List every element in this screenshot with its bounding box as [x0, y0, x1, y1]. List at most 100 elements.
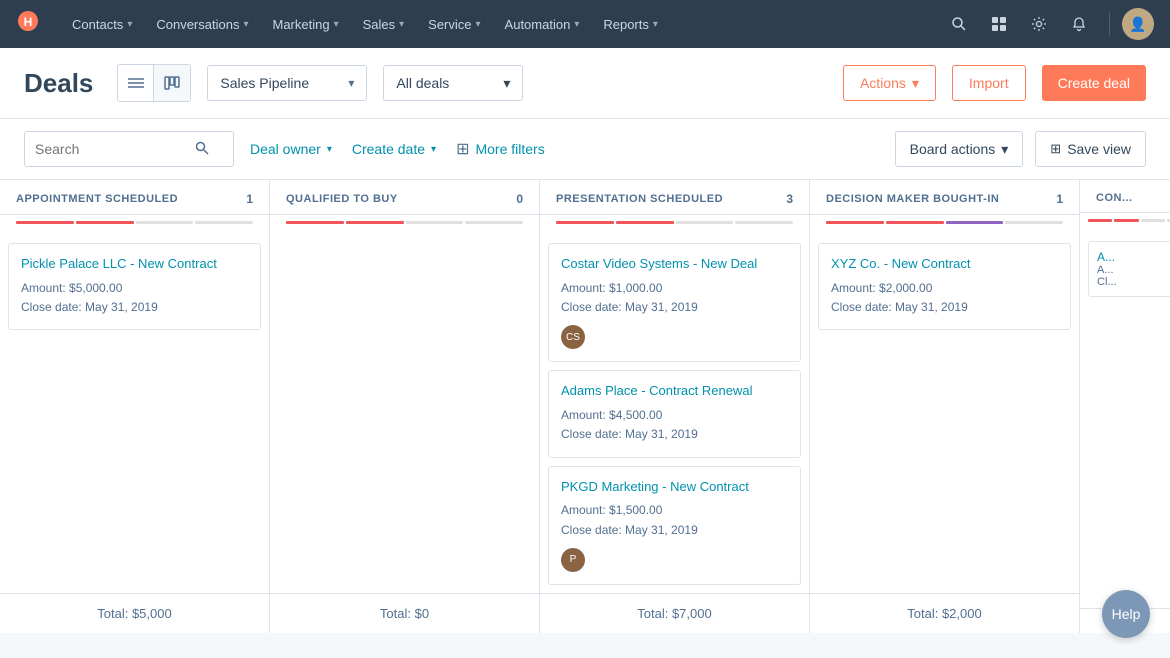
kanban-col-partial: CON... A... A... Cl... [1080, 180, 1170, 633]
view-toggle [117, 64, 191, 102]
deals-filter-selector[interactable]: All deals ▾ [383, 65, 523, 101]
col-total: Total: $7,000 [540, 593, 809, 633]
actions-button[interactable]: Actions ▾ [843, 65, 936, 101]
col-progress-bars [0, 215, 269, 235]
deal-owner-filter[interactable]: Deal owner ▾ [246, 131, 336, 167]
hubspot-logo[interactable]: H [16, 9, 40, 39]
deal-amount: Amount: $4,500.00 [561, 406, 788, 425]
deal-avatar: P [561, 548, 585, 572]
pipeline-chevron-icon: ▾ [348, 76, 354, 90]
more-filters-btn[interactable]: ⊞ More filters [452, 131, 549, 167]
deal-avatar-row: CS [561, 325, 788, 349]
import-button[interactable]: Import [952, 65, 1026, 101]
deal-card[interactable]: XYZ Co. - New Contract Amount: $2,000.00… [818, 243, 1071, 330]
deals-filter-chevron-icon: ▾ [503, 75, 510, 92]
pipeline-selector[interactable]: Sales Pipeline ▾ [207, 65, 367, 101]
progress-bar-1 [616, 221, 674, 224]
col-title: APPOINTMENT SCHEDULED [16, 193, 238, 205]
col-title: PRESENTATION SCHEDULED [556, 193, 778, 205]
column-header: PRESENTATION SCHEDULED 3 [540, 180, 809, 215]
board-view-btn[interactable] [154, 65, 190, 101]
col-progress-bars [540, 215, 809, 235]
create-deal-button[interactable]: Create deal [1042, 65, 1146, 101]
progress-bar-1 [886, 221, 944, 224]
deal-close-date: Close date: May 31, 2019 [831, 298, 1058, 317]
deal-close-date: Close date: May 31, 2019 [561, 425, 788, 444]
nav-sales[interactable]: Sales ▾ [351, 0, 417, 48]
col-progress-bars [810, 215, 1079, 235]
notifications-icon-btn[interactable] [1061, 6, 1097, 42]
col-cards: XYZ Co. - New Contract Amount: $2,000.00… [810, 235, 1079, 593]
progress-bar-3 [195, 221, 253, 224]
nav-contacts[interactable]: Contacts ▾ [60, 0, 144, 48]
search-icon [195, 141, 209, 158]
nav-service[interactable]: Service ▾ [416, 0, 492, 48]
column-header: DECISION MAKER BOUGHT-IN 1 [810, 180, 1079, 215]
deal-card[interactable]: PKGD Marketing - New Contract Amount: $1… [548, 466, 801, 585]
nav-automation[interactable]: Automation ▾ [493, 0, 592, 48]
partial-deal-card[interactable]: A... A... Cl... [1088, 241, 1170, 297]
user-avatar[interactable]: 👤 [1122, 8, 1154, 40]
deal-name: XYZ Co. - New Contract [831, 256, 1058, 273]
progress-bar-2 [946, 221, 1004, 224]
kanban-col-appointment-scheduled: APPOINTMENT SCHEDULED 1 Pickle Palace LL… [0, 180, 270, 633]
deal-close-date: Close date: May 31, 2019 [561, 521, 788, 540]
save-view-icon: ⊞ [1050, 141, 1061, 157]
kanban-col-decision-maker-bought-in: DECISION MAKER BOUGHT-IN 1 XYZ Co. - New… [810, 180, 1080, 633]
deal-owner-chevron-icon: ▾ [327, 144, 332, 155]
partial-col-header: CON... [1080, 180, 1170, 213]
sales-chevron-icon: ▾ [399, 19, 404, 30]
nav-conversations[interactable]: Conversations ▾ [144, 0, 260, 48]
board-actions-button[interactable]: Board actions ▾ [895, 131, 1024, 167]
deal-close-date: Close date: May 31, 2019 [561, 298, 788, 317]
deal-avatar: CS [561, 325, 585, 349]
save-view-button[interactable]: ⊞ Save view [1035, 131, 1146, 167]
col-total: Total: $5,000 [0, 593, 269, 633]
deal-card[interactable]: Adams Place - Contract Renewal Amount: $… [548, 370, 801, 457]
board-actions-chevron-icon: ▾ [1001, 141, 1008, 158]
actions-chevron-icon: ▾ [912, 75, 919, 92]
progress-bar-2 [136, 221, 194, 224]
contacts-chevron-icon: ▾ [127, 19, 132, 30]
conversations-chevron-icon: ▾ [243, 19, 248, 30]
col-total: Total: $0 [270, 593, 539, 633]
deal-amount: Amount: $2,000.00 [831, 279, 1058, 298]
partial-col-title: CON... [1096, 192, 1133, 204]
progress-bar-3 [465, 221, 523, 224]
search-input[interactable] [35, 141, 195, 157]
marketplace-icon-btn[interactable] [981, 6, 1017, 42]
partial-progress-bar-0 [1088, 219, 1112, 222]
page-title: Deals [24, 68, 93, 99]
kanban-scroll[interactable]: APPOINTMENT SCHEDULED 1 Pickle Palace LL… [0, 180, 1170, 658]
partial-progress-bars [1080, 213, 1170, 233]
deal-card[interactable]: Pickle Palace LLC - New Contract Amount:… [8, 243, 261, 330]
col-cards: Pickle Palace LLC - New Contract Amount:… [0, 235, 269, 593]
deal-card[interactable]: Costar Video Systems - New Deal Amount: … [548, 243, 801, 362]
automation-chevron-icon: ▾ [574, 19, 579, 30]
col-progress-bars [270, 215, 539, 235]
progress-bar-0 [16, 221, 74, 224]
deal-name: Adams Place - Contract Renewal [561, 383, 788, 400]
col-cards [270, 235, 539, 593]
progress-bar-0 [286, 221, 344, 224]
col-total: Total: $2,000 [810, 593, 1079, 633]
progress-bar-0 [556, 221, 614, 224]
search-icon-btn[interactable] [941, 6, 977, 42]
filter-bar: Deal owner ▾ Create date ▾ ⊞ More filter… [0, 119, 1170, 180]
partial-col-cards: A... A... Cl... [1080, 233, 1170, 608]
partial-deal-amount: A... [1097, 264, 1170, 276]
search-box[interactable] [24, 131, 234, 167]
filter-icon: ⊞ [456, 139, 469, 159]
deal-amount: Amount: $5,000.00 [21, 279, 248, 298]
nav-reports[interactable]: Reports ▾ [591, 0, 670, 48]
marketing-chevron-icon: ▾ [334, 19, 339, 30]
settings-icon-btn[interactable] [1021, 6, 1057, 42]
create-date-filter[interactable]: Create date ▾ [348, 131, 440, 167]
deal-name: Pickle Palace LLC - New Contract [21, 256, 248, 273]
kanban-col-qualified-to-buy: QUALIFIED TO BUY 0 Total: $0 [270, 180, 540, 633]
help-button[interactable]: Help [1102, 590, 1150, 638]
list-view-btn[interactable] [118, 65, 154, 101]
nav-marketing[interactable]: Marketing ▾ [260, 0, 350, 48]
progress-bar-2 [676, 221, 734, 224]
col-count: 0 [516, 192, 523, 206]
